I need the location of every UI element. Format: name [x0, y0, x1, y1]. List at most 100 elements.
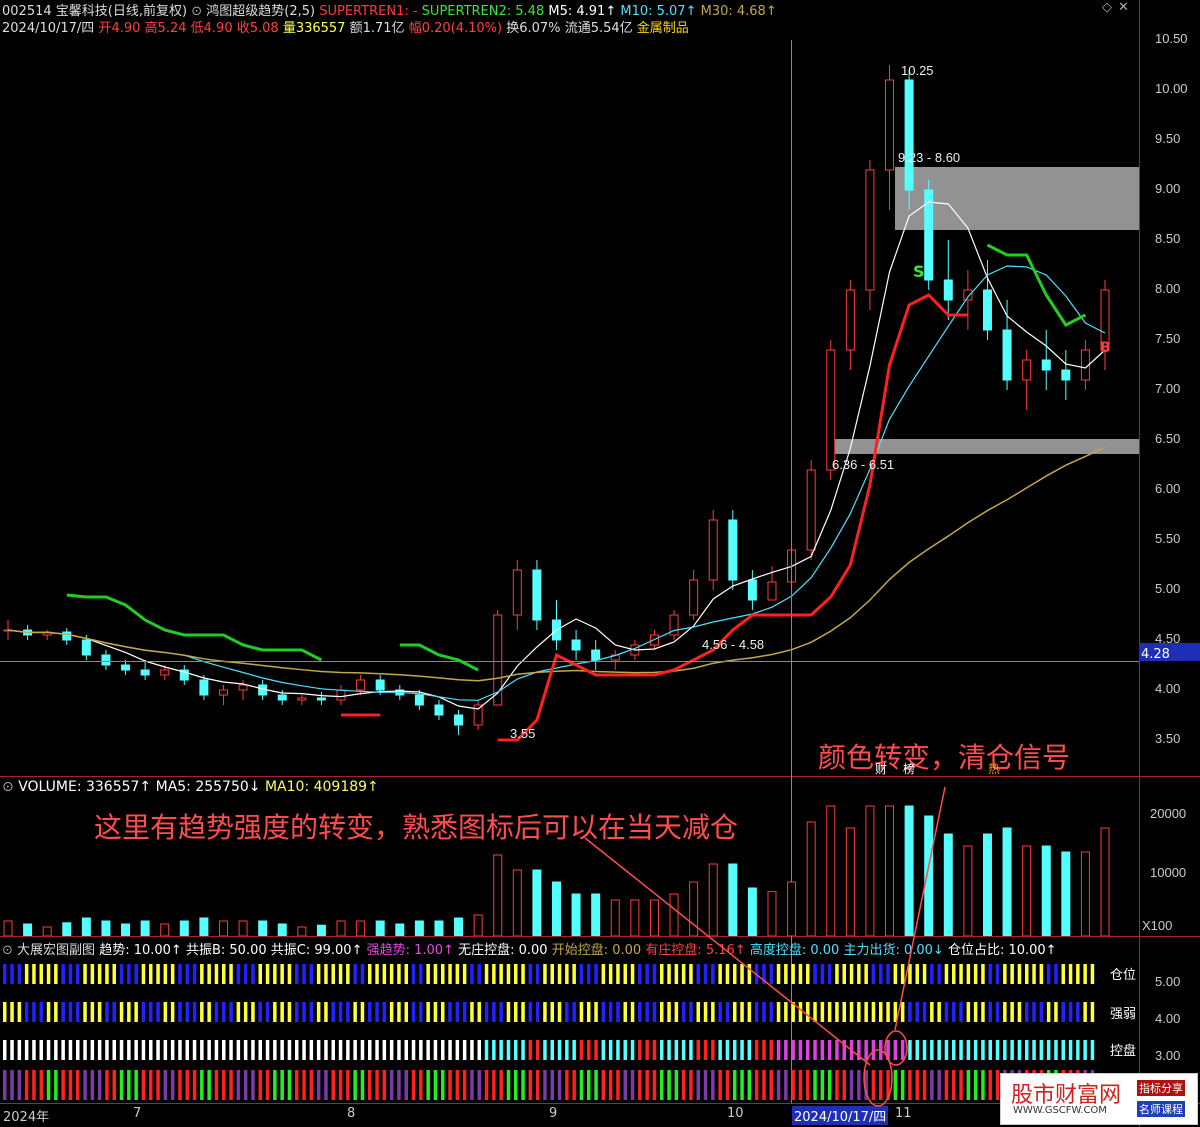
signal-bar [806, 1040, 810, 1060]
supertrend-line [66, 593, 323, 662]
signal-bar [404, 964, 408, 984]
signal-bar [214, 1070, 219, 1100]
signal-bar [127, 964, 131, 984]
signal-bar [959, 1040, 963, 1060]
signal-bar [579, 1070, 584, 1100]
signal-bar [879, 1040, 883, 1060]
signal-bar [740, 1070, 744, 1100]
watermark-url: WWW.GSCFW.COM [1013, 1105, 1107, 1116]
low-price-label: 3.55 [510, 726, 536, 741]
signal-bar [944, 1002, 949, 1022]
signal-bar [273, 1040, 277, 1060]
price-tick: 7.50 [1155, 331, 1181, 346]
signal-bar [791, 1040, 795, 1060]
supertrend-line [986, 243, 1087, 327]
signal-bar [776, 964, 781, 984]
signal-bar [331, 1040, 335, 1060]
signal-bar [864, 964, 868, 984]
signal-bar [973, 1040, 978, 1060]
signal-bar [353, 1002, 357, 1022]
close-icon[interactable]: ✕ [1118, 0, 1129, 15]
signal-bar [521, 1040, 525, 1060]
signal-bar [368, 1040, 372, 1060]
signal-bar [360, 1040, 365, 1060]
signal-bar [83, 1002, 87, 1022]
signal-bar [827, 1002, 832, 1022]
row-label-position: 仓位 [1110, 964, 1137, 983]
signal-bar [368, 1002, 372, 1022]
signal-bar [141, 1002, 146, 1022]
signal-bar [477, 1070, 481, 1100]
signal-bar [506, 1070, 511, 1100]
signal-bar [1061, 1002, 1065, 1022]
m30-label: M30: 4.68↑ [700, 4, 777, 19]
signal-bar [170, 964, 175, 984]
signal-bar [908, 1002, 912, 1022]
signal-bar [572, 964, 576, 984]
volume-bar [963, 845, 973, 936]
volume-bar [689, 881, 699, 936]
signal-bar [952, 1040, 956, 1060]
signal-bar [76, 1002, 80, 1022]
signal-bar [1090, 1002, 1095, 1022]
signal-bar [185, 1070, 189, 1100]
signal-bar [696, 1070, 700, 1100]
subchart-bars[interactable] [0, 958, 1139, 1103]
signal-bar [39, 1002, 43, 1022]
signal-bar [229, 964, 233, 984]
signal-bar [68, 1002, 73, 1022]
signal-bar [375, 1070, 379, 1100]
signal-bar [295, 964, 299, 984]
signal-bar [543, 1070, 547, 1100]
quote-turnover: 换6.07% [506, 21, 561, 36]
candle-body [434, 704, 444, 716]
price-tick: 9.50 [1155, 131, 1181, 146]
signal-bar [127, 1002, 131, 1022]
diamond-icon[interactable]: ◇ [1102, 0, 1112, 15]
price-tick: 6.00 [1155, 481, 1181, 496]
signal-bar [1090, 1040, 1095, 1060]
signal-bar [492, 964, 496, 984]
quote-amount: 额1.71亿 [349, 21, 405, 36]
candlestick-chart[interactable] [0, 36, 1139, 776]
volume-bar [532, 869, 542, 936]
pane-divider-sub[interactable] [0, 936, 1200, 937]
signal-bar [827, 1070, 832, 1100]
candle-body [1061, 369, 1071, 381]
signal-bar [280, 964, 284, 984]
signal-bar [689, 1040, 693, 1060]
signal-bar [798, 1040, 803, 1060]
signal-bar [346, 964, 350, 984]
signal-bar [608, 1002, 613, 1022]
pane-divider-volume[interactable] [0, 776, 1200, 777]
signal-bar [462, 1070, 467, 1100]
signal-bar [798, 1070, 803, 1100]
signal-bar [441, 1002, 445, 1022]
candle-body [121, 664, 131, 671]
volume-bar [904, 805, 914, 936]
signal-bar [937, 1070, 941, 1100]
signal-bar [733, 964, 737, 984]
sub-out: 主力出货: 0.00↓ [843, 943, 944, 958]
volume-bar [1080, 851, 1090, 936]
signal-bar [995, 964, 1000, 984]
subchart-toggle-icon[interactable]: ⊙ [2, 943, 13, 958]
signal-bar [900, 1070, 905, 1100]
signal-bar [703, 964, 708, 984]
signal-bar [601, 1040, 606, 1060]
signal-bar [1010, 1040, 1014, 1060]
signal-bar [499, 1070, 503, 1100]
signal-bar [163, 1002, 168, 1022]
signal-bar [273, 1002, 277, 1022]
volume-bar [473, 914, 483, 936]
signal-bar [141, 964, 146, 984]
signal-bar [660, 1002, 664, 1022]
signal-bar [499, 1040, 503, 1060]
signal-bar [207, 1070, 211, 1100]
signal-bar [90, 1070, 95, 1100]
signal-bar [535, 1070, 540, 1100]
signal-bar [222, 964, 226, 984]
signal-bar [46, 1070, 51, 1100]
signal-bar [711, 964, 715, 984]
candle-body [414, 694, 424, 706]
